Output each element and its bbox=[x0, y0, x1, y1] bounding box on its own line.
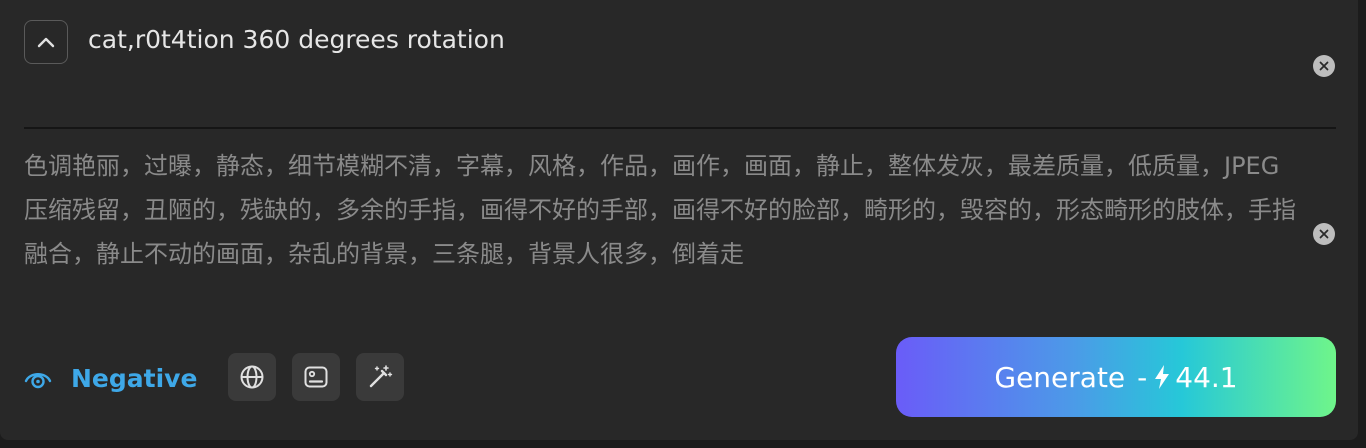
prompt-panel: cat,r0t4tion 360 degrees rotation 色调艳丽，过… bbox=[0, 0, 1358, 440]
image-icon bbox=[304, 366, 328, 388]
generate-cost: 44.1 bbox=[1175, 360, 1238, 394]
negative-toggle[interactable]: Negative bbox=[24, 358, 197, 398]
prompt-input[interactable]: cat,r0t4tion 360 degrees rotation bbox=[88, 24, 505, 56]
chevron-up-icon bbox=[37, 37, 55, 48]
clear-negative-prompt-button[interactable] bbox=[1313, 223, 1335, 245]
generate-label: Generate bbox=[994, 360, 1126, 394]
close-icon bbox=[1319, 61, 1329, 71]
generate-button[interactable]: Generate - 44.1 bbox=[896, 337, 1336, 417]
close-icon bbox=[1319, 229, 1329, 239]
divider bbox=[24, 127, 1336, 129]
clear-prompt-button[interactable] bbox=[1313, 55, 1335, 77]
generate-separator: - bbox=[1137, 360, 1148, 394]
globe-icon bbox=[240, 365, 264, 389]
negative-prompt-input[interactable]: 色调艳丽，过曝，静态，细节模糊不清，字幕，风格，作品，画作，画面，静止，整体发灰… bbox=[24, 144, 1296, 276]
lightning-icon bbox=[1153, 364, 1171, 390]
magic-wand-icon bbox=[369, 365, 393, 388]
eye-icon bbox=[24, 373, 52, 389]
translate-button[interactable] bbox=[228, 353, 276, 401]
negative-label: Negative bbox=[71, 363, 198, 393]
image-prompt-button[interactable] bbox=[292, 353, 340, 401]
enhance-prompt-button[interactable] bbox=[356, 353, 404, 401]
collapse-button[interactable] bbox=[24, 20, 68, 64]
